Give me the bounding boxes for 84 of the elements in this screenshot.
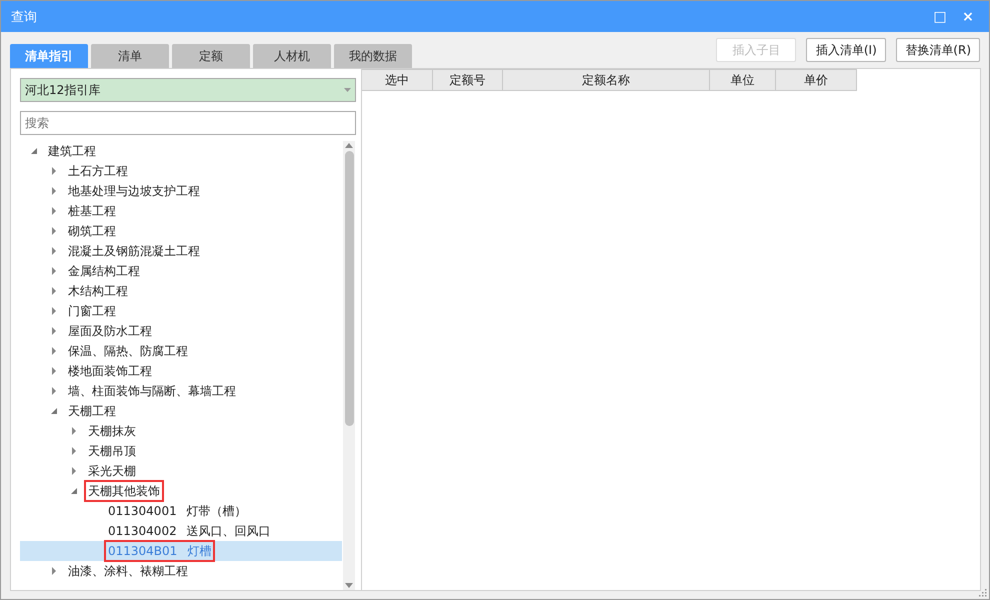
tree-item-label: 送风口、回风口 [186,522,271,540]
tree-item-label: 金属结构工程 [68,262,140,280]
tree-row[interactable]: 屋面及防水工程 [20,321,342,341]
scroll-down-icon[interactable] [345,583,353,588]
action-button[interactable]: 替换清单(R) [896,38,980,62]
item-code: 011304001 [108,504,177,518]
tree-item-label: 天棚其他装饰 [88,482,160,500]
tree-item-label: 地基处理与边坡支护工程 [68,182,200,200]
tree-item-label: 混凝土及钢筋混凝土工程 [68,242,200,260]
tree-row[interactable]: 采光天棚 [20,461,342,481]
collapsed-triangle-icon[interactable] [50,307,58,315]
tree-row[interactable]: 金属结构工程 [20,261,342,281]
scroll-up-icon[interactable] [345,143,353,148]
collapsed-triangle-icon[interactable] [50,387,58,395]
tree-item-label: 天棚吊顶 [88,442,136,460]
column-header[interactable]: 单位 [710,69,776,91]
tree-row[interactable]: 天棚工程 [20,401,342,421]
item-code: 011304B01 [108,544,178,558]
tree-row[interactable]: 桩基工程 [20,201,342,221]
tree-row[interactable]: 砌筑工程 [20,221,342,241]
collapsed-triangle-icon[interactable] [50,267,58,275]
window-title: 查询 [11,8,38,26]
tree-item-label: 天棚抹灰 [88,422,136,440]
tree-row[interactable]: 地基处理与边坡支护工程 [20,181,342,201]
tree-item-label: 门窗工程 [68,302,116,320]
tree-row[interactable]: 楼地面装饰工程 [20,361,342,381]
column-header[interactable]: 定额号 [433,69,503,91]
collapsed-triangle-icon[interactable] [70,447,78,455]
tab[interactable]: 人材机 [253,44,331,68]
column-header[interactable]: 单价 [776,69,857,91]
tree-item-label: 油漆、涂料、裱糊工程 [68,562,188,580]
tree-item-label: 保温、隔热、防腐工程 [68,342,188,360]
tree-row[interactable]: 天棚吊顶 [20,441,342,461]
tree-item-label: 天棚工程 [68,402,116,420]
tree-row[interactable]: 建筑工程 [20,141,342,161]
tab[interactable]: 我的数据 [334,44,412,68]
collapsed-triangle-icon[interactable] [50,367,58,375]
collapsed-triangle-icon[interactable] [70,427,78,435]
collapsed-triangle-icon[interactable] [50,207,58,215]
tree-item-label: 木结构工程 [68,282,128,300]
collapsed-triangle-icon[interactable] [50,567,58,575]
scrollbar[interactable] [343,141,355,590]
tree-item-label: 桩基工程 [68,202,116,220]
tree-row[interactable]: 油漆、涂料、裱糊工程 [20,561,342,581]
tree-item-label: 土石方工程 [68,162,128,180]
expanded-triangle-icon[interactable] [30,147,38,155]
collapsed-triangle-icon[interactable] [50,187,58,195]
tree-row[interactable]: 土石方工程 [20,161,342,181]
collapsed-triangle-icon[interactable] [50,327,58,335]
tree-row[interactable]: 保温、隔热、防腐工程 [20,341,342,361]
tree-row[interactable]: 门窗工程 [20,301,342,321]
column-header[interactable]: 定额名称 [503,69,710,91]
library-dropdown[interactable]: 河北12指引库 [20,78,356,102]
tree-row[interactable]: 011304002 送风口、回风口 [20,521,342,541]
tree-item-label: 墙、柱面装饰与隔断、幕墙工程 [68,382,236,400]
resize-grip-icon[interactable] [977,587,987,597]
tree-item-label: 建筑工程 [48,142,96,160]
tree-row[interactable]: 天棚抹灰 [20,421,342,441]
tree-row[interactable]: 011304001 灯带（槽） [20,501,342,521]
expanded-triangle-icon[interactable] [50,407,58,415]
tree-item-label: 砌筑工程 [68,222,116,240]
tree-row[interactable]: 木结构工程 [20,281,342,301]
tree-item-label: 屋面及防水工程 [68,322,152,340]
search-field[interactable]: 搜索 [20,111,356,135]
tab[interactable]: 清单 [91,44,169,68]
collapsed-triangle-icon[interactable] [50,167,58,175]
tree-item-label: 采光天棚 [88,462,136,480]
column-header[interactable]: 选中 [362,69,433,91]
dropdown-caret-icon [344,88,351,92]
tree-row[interactable]: 天棚其他装饰 [20,481,342,501]
tree-row[interactable]: 墙、柱面装饰与隔断、幕墙工程 [20,381,342,401]
collapsed-triangle-icon[interactable] [50,227,58,235]
tree-item-label: 灯带（槽） [186,502,247,520]
tree-item-label: 楼地面装饰工程 [68,362,152,380]
item-code: 011304002 [108,524,177,538]
collapsed-triangle-icon[interactable] [50,247,58,255]
collapsed-triangle-icon[interactable] [50,287,58,295]
expanded-triangle-icon[interactable] [70,487,78,495]
tab[interactable]: 定额 [172,44,250,68]
collapsed-triangle-icon[interactable] [70,467,78,475]
tree-item-label: 灯槽 [187,542,212,560]
tree-row[interactable]: 混凝土及钢筋混凝土工程 [20,241,342,261]
action-button[interactable]: 插入清单(I) [806,38,886,62]
collapsed-triangle-icon[interactable] [50,347,58,355]
